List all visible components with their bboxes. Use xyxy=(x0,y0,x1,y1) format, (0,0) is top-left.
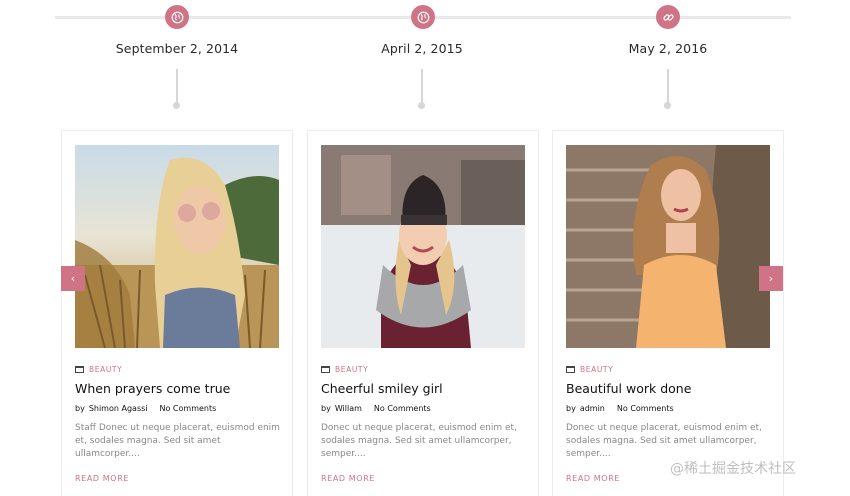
timeline-date: April 2, 2015 xyxy=(381,41,463,56)
timeline-date: September 2, 2014 xyxy=(115,41,239,56)
timeline-dot xyxy=(664,102,671,109)
post-comments[interactable]: No Comments xyxy=(374,404,431,413)
post-excerpt: Donec ut neque placerat, euismod enim et… xyxy=(566,423,762,459)
post-author[interactable]: admin xyxy=(580,404,605,413)
post-category[interactable]: BEAUTY xyxy=(75,365,122,374)
timeline-connector xyxy=(176,69,178,105)
read-more-link[interactable]: READ MORE xyxy=(321,474,375,483)
carousel-next-button[interactable]: › xyxy=(759,266,783,291)
folder-icon xyxy=(566,366,575,373)
globe-icon xyxy=(411,5,435,29)
chevron-left-icon: ‹ xyxy=(70,272,76,285)
post-comments[interactable]: No Comments xyxy=(160,404,217,413)
post-card: BEAUTY Beautiful work done by admin No C… xyxy=(552,130,784,496)
post-meta: by Shimon Agassi No Comments xyxy=(75,404,217,413)
read-more-link[interactable]: READ MORE xyxy=(75,474,129,483)
link-icon xyxy=(656,5,680,29)
timeline-connector xyxy=(667,69,669,105)
post-card: BEAUTY When prayers come true by Shimon … xyxy=(61,130,293,496)
timeline-connector xyxy=(421,69,423,105)
read-more-link[interactable]: READ MORE xyxy=(566,474,620,483)
post-excerpt: Donec ut neque placerat, euismod enim et… xyxy=(321,423,517,459)
post-category[interactable]: BEAUTY xyxy=(566,365,613,374)
post-meta: by admin No Comments xyxy=(566,404,674,413)
post-image[interactable] xyxy=(321,145,525,348)
post-comments[interactable]: No Comments xyxy=(617,404,674,413)
carousel-prev-button[interactable]: ‹ xyxy=(61,266,85,291)
folder-icon xyxy=(75,366,84,373)
post-excerpt: Staff Donec ut neque placerat, euismod e… xyxy=(75,423,280,459)
post-title[interactable]: When prayers come true xyxy=(75,381,230,396)
post-category[interactable]: BEAUTY xyxy=(321,365,368,374)
folder-icon xyxy=(321,366,330,373)
timeline-date: May 2, 2016 xyxy=(628,41,708,56)
post-author[interactable]: Willam xyxy=(335,404,362,413)
timeline-dot xyxy=(173,102,180,109)
post-title[interactable]: Beautiful work done xyxy=(566,381,691,396)
watermark: @稀土掘金技术社区 xyxy=(670,461,796,477)
post-card: BEAUTY Cheerful smiley girl by Willam No… xyxy=(307,130,539,496)
post-meta: by Willam No Comments xyxy=(321,404,431,413)
globe-icon xyxy=(165,5,189,29)
chevron-right-icon: › xyxy=(768,272,774,285)
post-image[interactable] xyxy=(566,145,770,348)
post-author[interactable]: Shimon Agassi xyxy=(89,404,148,413)
post-title[interactable]: Cheerful smiley girl xyxy=(321,381,443,396)
post-image[interactable] xyxy=(75,145,279,348)
timeline-dot xyxy=(418,102,425,109)
